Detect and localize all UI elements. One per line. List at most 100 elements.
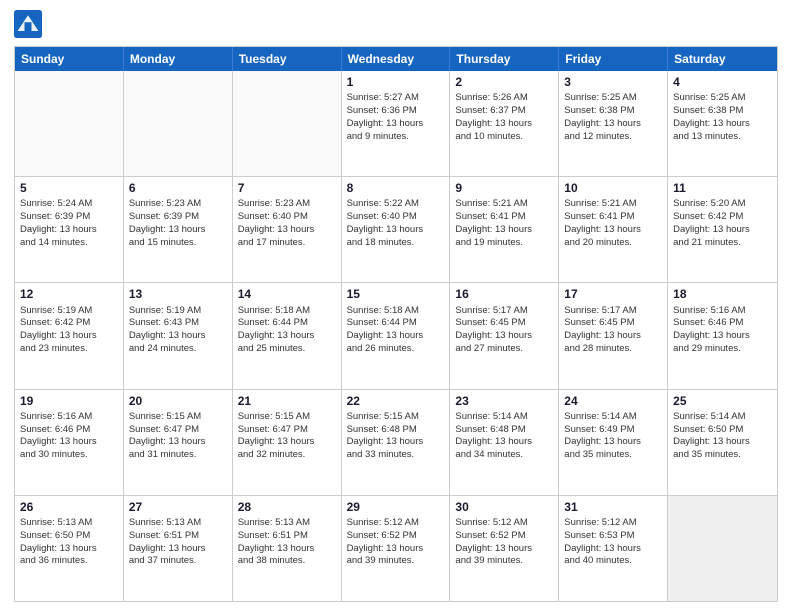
calendar-cell-8: 8Sunrise: 5:22 AMSunset: 6:40 PMDaylight… [342,177,451,282]
cell-line: Daylight: 13 hours [347,330,445,343]
cell-line: Daylight: 13 hours [455,436,553,449]
cell-line: Sunrise: 5:23 AM [238,198,336,211]
cell-line: Daylight: 13 hours [238,436,336,449]
cell-line: Sunrise: 5:12 AM [455,517,553,530]
cell-line: Sunset: 6:51 PM [129,530,227,543]
cell-line: Sunrise: 5:24 AM [20,198,118,211]
calendar-cell-20: 20Sunrise: 5:15 AMSunset: 6:47 PMDayligh… [124,390,233,495]
day-number: 16 [455,286,553,302]
cell-line: Sunrise: 5:15 AM [238,411,336,424]
day-number: 12 [20,286,118,302]
cell-line: Sunrise: 5:15 AM [347,411,445,424]
cell-line: Sunset: 6:44 PM [347,317,445,330]
cell-line: Sunrise: 5:25 AM [673,92,772,105]
cell-line: and 34 minutes. [455,449,553,462]
calendar-cell-empty-0-1 [124,71,233,176]
day-number: 7 [238,180,336,196]
cell-line: Sunset: 6:43 PM [129,317,227,330]
cell-line: Daylight: 13 hours [129,436,227,449]
calendar-body: 1Sunrise: 5:27 AMSunset: 6:36 PMDaylight… [15,71,777,601]
weekday-header-sunday: Sunday [15,47,124,71]
weekday-header-tuesday: Tuesday [233,47,342,71]
cell-line: and 37 minutes. [129,555,227,568]
cell-line: Sunrise: 5:15 AM [129,411,227,424]
cell-line: Daylight: 13 hours [238,543,336,556]
calendar-cell-12: 12Sunrise: 5:19 AMSunset: 6:42 PMDayligh… [15,283,124,388]
cell-line: Daylight: 13 hours [20,436,118,449]
day-number: 9 [455,180,553,196]
day-number: 6 [129,180,227,196]
cell-line: and 15 minutes. [129,237,227,250]
calendar-cell-17: 17Sunrise: 5:17 AMSunset: 6:45 PMDayligh… [559,283,668,388]
cell-line: Sunrise: 5:16 AM [20,411,118,424]
cell-line: Sunset: 6:49 PM [564,424,662,437]
weekday-header-saturday: Saturday [668,47,777,71]
calendar-cell-empty-0-2 [233,71,342,176]
cell-line: and 21 minutes. [673,237,772,250]
cell-line: Daylight: 13 hours [673,224,772,237]
cell-line: Sunset: 6:46 PM [673,317,772,330]
calendar-header: SundayMondayTuesdayWednesdayThursdayFrid… [15,47,777,71]
cell-line: Sunset: 6:40 PM [347,211,445,224]
cell-line: and 13 minutes. [673,131,772,144]
logo [14,10,46,38]
weekday-header-friday: Friday [559,47,668,71]
day-number: 17 [564,286,662,302]
cell-line: and 24 minutes. [129,343,227,356]
cell-line: Sunset: 6:51 PM [238,530,336,543]
weekday-header-wednesday: Wednesday [342,47,451,71]
cell-line: and 19 minutes. [455,237,553,250]
cell-line: Daylight: 13 hours [673,330,772,343]
cell-line: and 26 minutes. [347,343,445,356]
day-number: 27 [129,499,227,515]
day-number: 10 [564,180,662,196]
cell-line: Sunset: 6:45 PM [455,317,553,330]
calendar-row-0: 1Sunrise: 5:27 AMSunset: 6:36 PMDaylight… [15,71,777,176]
cell-line: Sunrise: 5:18 AM [347,305,445,318]
cell-line: Sunset: 6:40 PM [238,211,336,224]
cell-line: Sunrise: 5:13 AM [129,517,227,530]
cell-line: and 25 minutes. [238,343,336,356]
page: SundayMondayTuesdayWednesdayThursdayFrid… [0,0,792,612]
cell-line: Sunrise: 5:22 AM [347,198,445,211]
calendar: SundayMondayTuesdayWednesdayThursdayFrid… [14,46,778,602]
cell-line: Sunrise: 5:27 AM [347,92,445,105]
cell-line: and 32 minutes. [238,449,336,462]
cell-line: Sunset: 6:41 PM [564,211,662,224]
cell-line: Sunrise: 5:21 AM [455,198,553,211]
calendar-cell-9: 9Sunrise: 5:21 AMSunset: 6:41 PMDaylight… [450,177,559,282]
cell-line: Daylight: 13 hours [564,118,662,131]
day-number: 26 [20,499,118,515]
calendar-cell-25: 25Sunrise: 5:14 AMSunset: 6:50 PMDayligh… [668,390,777,495]
cell-line: Daylight: 13 hours [673,118,772,131]
day-number: 21 [238,393,336,409]
calendar-cell-7: 7Sunrise: 5:23 AMSunset: 6:40 PMDaylight… [233,177,342,282]
header [14,10,778,38]
cell-line: and 35 minutes. [673,449,772,462]
calendar-cell-5: 5Sunrise: 5:24 AMSunset: 6:39 PMDaylight… [15,177,124,282]
day-number: 23 [455,393,553,409]
calendar-cell-11: 11Sunrise: 5:20 AMSunset: 6:42 PMDayligh… [668,177,777,282]
cell-line: and 31 minutes. [129,449,227,462]
calendar-cell-3: 3Sunrise: 5:25 AMSunset: 6:38 PMDaylight… [559,71,668,176]
calendar-cell-21: 21Sunrise: 5:15 AMSunset: 6:47 PMDayligh… [233,390,342,495]
day-number: 28 [238,499,336,515]
calendar-cell-28: 28Sunrise: 5:13 AMSunset: 6:51 PMDayligh… [233,496,342,601]
cell-line: Sunset: 6:42 PM [20,317,118,330]
cell-line: Sunset: 6:36 PM [347,105,445,118]
calendar-row-4: 26Sunrise: 5:13 AMSunset: 6:50 PMDayligh… [15,495,777,601]
cell-line: Sunset: 6:47 PM [129,424,227,437]
cell-line: Daylight: 13 hours [347,118,445,131]
cell-line: Sunset: 6:41 PM [455,211,553,224]
cell-line: Sunset: 6:48 PM [455,424,553,437]
cell-line: Sunrise: 5:23 AM [129,198,227,211]
cell-line: Daylight: 13 hours [455,543,553,556]
cell-line: Sunset: 6:39 PM [20,211,118,224]
cell-line: Daylight: 13 hours [564,543,662,556]
calendar-cell-10: 10Sunrise: 5:21 AMSunset: 6:41 PMDayligh… [559,177,668,282]
cell-line: Sunrise: 5:20 AM [673,198,772,211]
cell-line: and 27 minutes. [455,343,553,356]
day-number: 19 [20,393,118,409]
cell-line: and 18 minutes. [347,237,445,250]
calendar-cell-13: 13Sunrise: 5:19 AMSunset: 6:43 PMDayligh… [124,283,233,388]
